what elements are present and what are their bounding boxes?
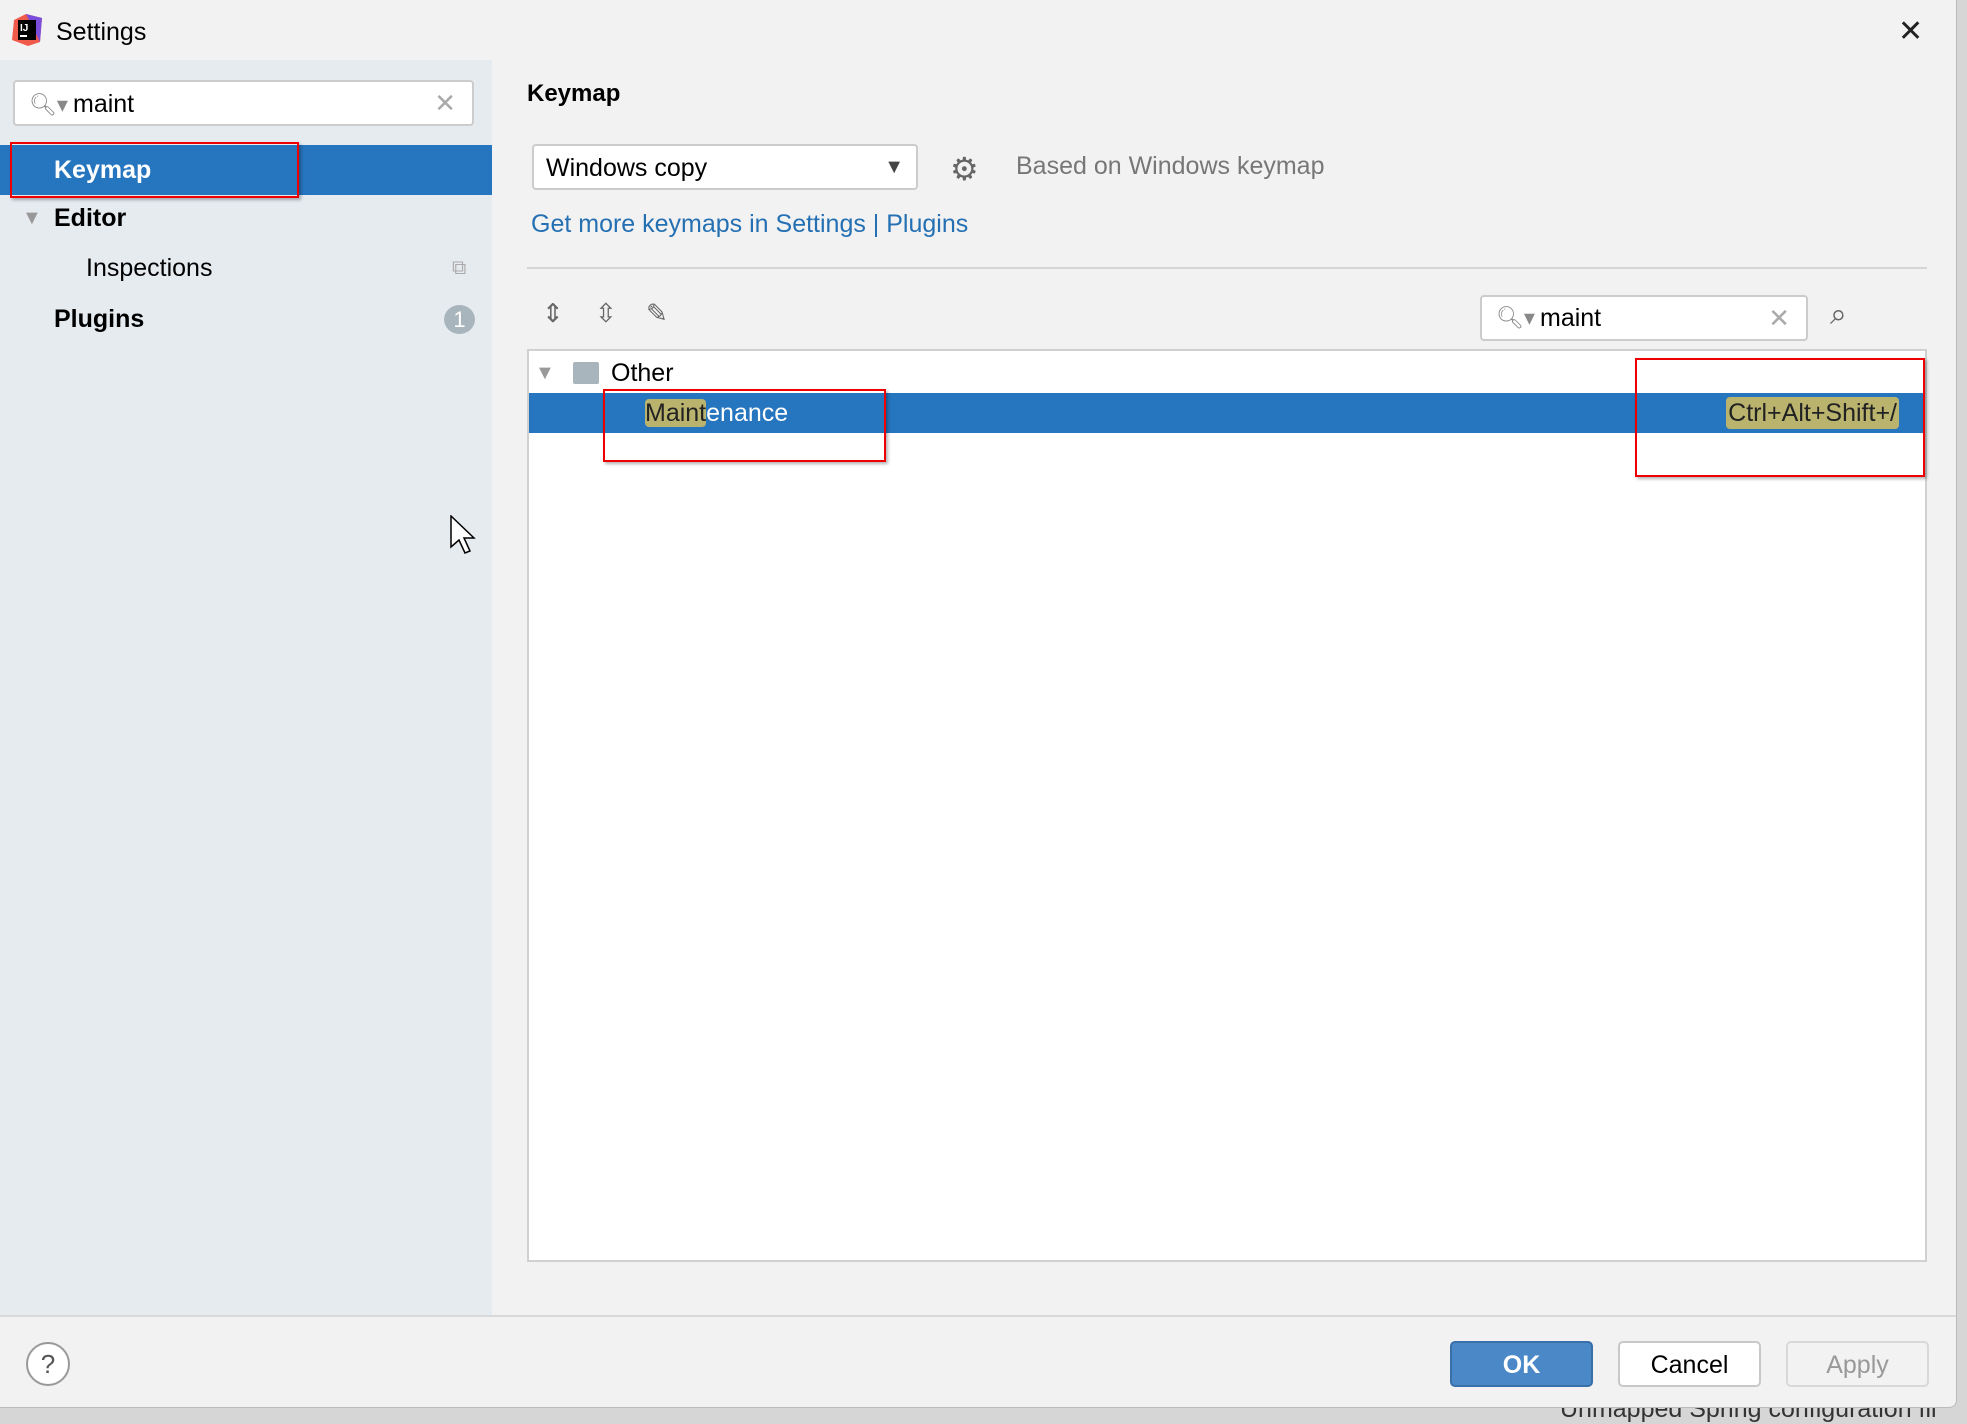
search-value: maint bbox=[73, 90, 135, 118]
window-title: Settings bbox=[56, 18, 147, 46]
tree-group-label: Other bbox=[611, 359, 674, 387]
sidebar-search-input[interactable]: 🔍︎▾ maint ✕ bbox=[13, 80, 474, 126]
mouse-cursor-icon bbox=[450, 515, 476, 554]
settings-dialog: IJ Settings ✕ 🔍︎▾ maint ✕ Keymap ▼ Edito… bbox=[0, 0, 1957, 1408]
search-icon: 🔍︎▾ bbox=[29, 92, 68, 117]
help-button[interactable]: ? bbox=[26, 1342, 70, 1386]
search-icon: 🔍︎▾ bbox=[1496, 305, 1535, 330]
collapse-all-icon[interactable]: ⇳ bbox=[595, 298, 617, 329]
annotation-box bbox=[603, 389, 886, 462]
get-more-keymaps-link[interactable]: Get more keymaps in Settings | Plugins bbox=[531, 210, 968, 239]
search-value: maint bbox=[1540, 304, 1602, 332]
annotation-box bbox=[10, 142, 299, 198]
copy-settings-icon: ⧉ bbox=[452, 257, 467, 279]
intellij-logo-icon: IJ bbox=[12, 14, 42, 46]
sidebar-item-label: Inspections bbox=[86, 254, 213, 282]
keymap-search-input[interactable]: 🔍︎▾ maint ✕ bbox=[1480, 295, 1808, 341]
find-by-shortcut-icon[interactable]: ⌕ bbox=[1830, 298, 1847, 332]
apply-button[interactable]: Apply bbox=[1786, 1341, 1929, 1387]
clear-search-icon[interactable]: ✕ bbox=[1768, 303, 1790, 334]
sidebar-item-plugins[interactable]: Plugins 1 bbox=[0, 294, 492, 344]
annotation-box bbox=[1635, 358, 1925, 477]
folder-icon bbox=[573, 362, 599, 384]
clear-search-icon[interactable]: ✕ bbox=[434, 88, 456, 119]
select-value: Windows copy bbox=[546, 154, 708, 182]
divider bbox=[527, 267, 1927, 269]
edit-icon[interactable]: ✎ bbox=[646, 298, 668, 329]
cancel-button[interactable]: Cancel bbox=[1618, 1341, 1761, 1387]
keymap-tree: ▼ Other Maintenance Ctrl+Alt+Shift+/ bbox=[527, 349, 1927, 1262]
chevron-down-icon: ▼ bbox=[884, 156, 904, 178]
sidebar-item-label: Editor bbox=[54, 204, 127, 232]
expand-arrow-icon[interactable]: ▼ bbox=[22, 193, 42, 243]
close-icon[interactable]: ✕ bbox=[1898, 14, 1923, 49]
gear-icon[interactable]: ⚙ bbox=[950, 150, 979, 188]
sidebar-item-editor[interactable]: ▼ Editor bbox=[0, 193, 492, 243]
page-title: Keymap bbox=[527, 80, 621, 107]
plugins-badge: 1 bbox=[444, 305, 475, 334]
expand-all-icon[interactable]: ⇕ bbox=[542, 298, 564, 329]
based-on-label: Based on Windows keymap bbox=[1016, 152, 1325, 180]
ok-button[interactable]: OK bbox=[1450, 1341, 1593, 1387]
expand-arrow-icon[interactable]: ▼ bbox=[535, 353, 555, 393]
footer-divider bbox=[0, 1315, 1956, 1317]
keymap-select[interactable]: Windows copy ▼ bbox=[532, 144, 918, 190]
sidebar-item-inspections[interactable]: Inspections ⧉ bbox=[0, 243, 492, 293]
sidebar-item-label: Plugins bbox=[54, 305, 145, 333]
svg-text:IJ: IJ bbox=[20, 23, 28, 34]
